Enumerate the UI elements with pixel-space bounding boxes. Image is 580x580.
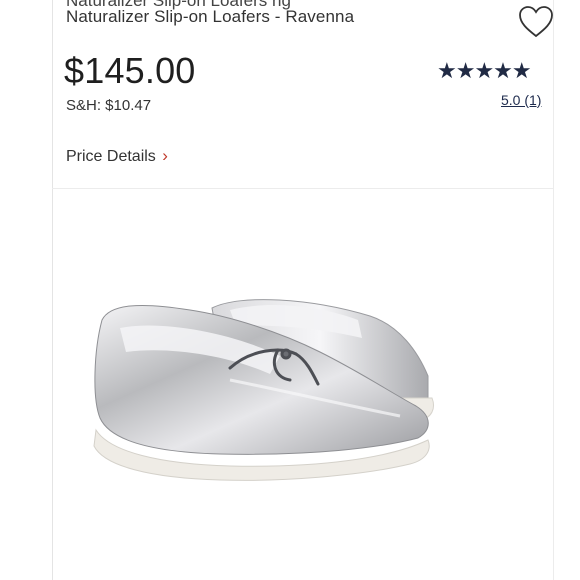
chevron-right-icon: › <box>162 146 168 165</box>
heart-icon[interactable] <box>517 4 555 40</box>
product-image <box>93 299 434 481</box>
product-title: Naturalizer Slip-on Loafers - Ravenna <box>66 7 355 26</box>
rating-stars: ★★★★★ <box>437 58 532 83</box>
section-divider <box>52 188 554 189</box>
price-details-link[interactable]: Price Details › <box>66 146 168 166</box>
rating-link[interactable]: 5.0 (1) <box>501 92 541 108</box>
panel-left-border <box>52 0 53 580</box>
price-details-label: Price Details <box>66 148 156 165</box>
shipping-cost: S&H: $10.47 <box>66 97 152 114</box>
product-price: $145.00 <box>64 50 196 91</box>
panel-right-border <box>553 0 554 580</box>
